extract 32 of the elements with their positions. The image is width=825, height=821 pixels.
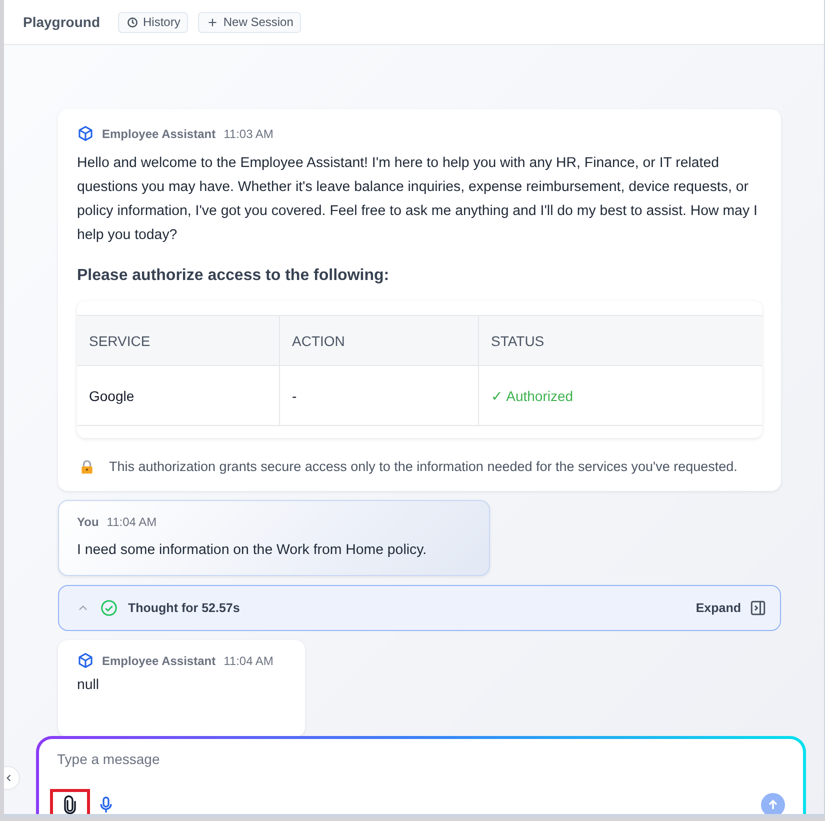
message-time: 11:03 AM — [224, 126, 274, 140]
section-heading: Please authorize access to the following: — [77, 267, 390, 285]
thought-bar[interactable]: Thought for 52.57s Expand — [58, 585, 781, 631]
message-text: Hello and welcome to the Employee Assistant! I'm here to help you with any HR, Finance, or IT related questions you may have. Whether it's leave balance inquiries, expense reimbursement, device requests, or policy information, I've got you covered. Feel free to ask me anything and I'll do my best to assist. How may I help you today? — [77, 154, 758, 245]
new-session-button[interactable]: New Session — [198, 12, 302, 32]
send-button[interactable] — [761, 793, 785, 814]
attach-button[interactable] — [50, 789, 90, 814]
message-text: null — [77, 676, 100, 695]
message-time: 11:04 AM — [224, 654, 274, 668]
thought-label: Thought for 52.57s — [128, 601, 241, 615]
cube-icon — [77, 125, 94, 142]
table-cell: - — [280, 366, 478, 426]
plus-icon — [206, 16, 220, 28]
info-text: This authorization grants secure access only to the information needed for the services you've requested. — [109, 458, 738, 476]
lock-icon — [79, 459, 95, 475]
message-time: 11:04 AM — [106, 515, 157, 529]
column-header: SERVICE — [77, 316, 280, 366]
expand-button[interactable]: Expand — [696, 599, 767, 617]
arrow-up-icon — [766, 798, 780, 812]
history-button[interactable]: History — [118, 12, 188, 32]
message-text: I need some information on the Work from Home policy. — [77, 541, 428, 560]
check-circle-icon — [100, 599, 118, 617]
panel-icon — [749, 599, 767, 617]
column-header: ACTION — [280, 316, 478, 366]
author-name: Employee Assistant — [102, 126, 216, 140]
author-name: Employee Assistant — [102, 654, 216, 668]
column-header: STATUS — [478, 316, 762, 366]
author-name: You — [77, 515, 99, 529]
cube-icon — [77, 652, 94, 669]
page-title: Playground — [23, 14, 100, 30]
table-cell: Google — [77, 366, 280, 426]
history-icon — [126, 16, 140, 28]
